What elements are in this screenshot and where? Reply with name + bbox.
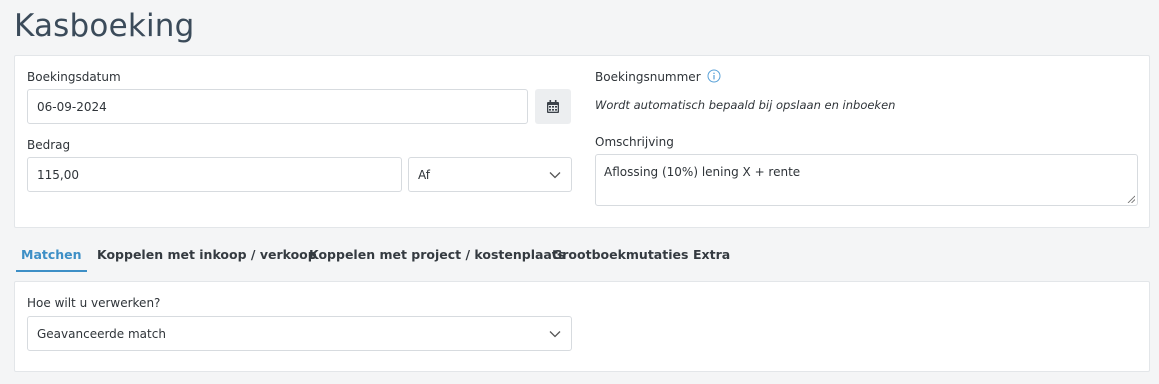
direction-select[interactable]: Af — [408, 157, 572, 192]
booking-number-hint: Wordt automatisch bepaald bij opslaan en… — [595, 98, 896, 112]
resize-handle-icon[interactable] — [1127, 195, 1135, 203]
description-value: Aflossing (10%) lening X + rente — [604, 165, 801, 179]
chevron-down-icon — [549, 171, 561, 178]
info-icon[interactable] — [707, 69, 721, 83]
tab-grootboekmutaties[interactable]: Grootboekmutaties — [552, 238, 688, 272]
chevron-down-icon — [549, 330, 561, 337]
amount-label: Bedrag — [27, 138, 71, 152]
booking-date-label: Boekingsdatum — [27, 70, 121, 84]
direction-value: Af — [418, 167, 431, 182]
calendar-button[interactable] — [535, 89, 571, 124]
booking-form-card: Boekingsdatum 06-09-2024 Bedrag 115,00 A… — [14, 55, 1150, 228]
description-textarea[interactable]: Aflossing (10%) lening X + rente — [595, 154, 1138, 206]
booking-number-label: Boekingsnummer — [595, 70, 701, 84]
processing-select[interactable]: Geavanceerde match — [27, 316, 572, 351]
tab-matchen[interactable]: Matchen — [16, 238, 87, 272]
tab-koppelen-project-kostenplaats[interactable]: Koppelen met project / kostenplaats — [309, 238, 565, 272]
booking-date-value: 06-09-2024 — [37, 99, 107, 114]
calendar-icon — [547, 100, 559, 113]
booking-date-input[interactable]: 06-09-2024 — [27, 89, 528, 124]
processing-card: Hoe wilt u verwerken? Geavanceerde match — [14, 281, 1150, 372]
tab-koppelen-inkoop-verkoop[interactable]: Koppelen met inkoop / verkoop — [97, 238, 317, 272]
tab-extra[interactable]: Extra — [693, 238, 730, 272]
page-title: Kasboeking — [14, 8, 195, 44]
amount-value: 115,00 — [37, 167, 79, 182]
description-label: Omschrijving — [595, 135, 674, 149]
amount-input[interactable]: 115,00 — [27, 157, 402, 192]
processing-label: Hoe wilt u verwerken? — [27, 296, 161, 310]
processing-value: Geavanceerde match — [37, 326, 166, 341]
